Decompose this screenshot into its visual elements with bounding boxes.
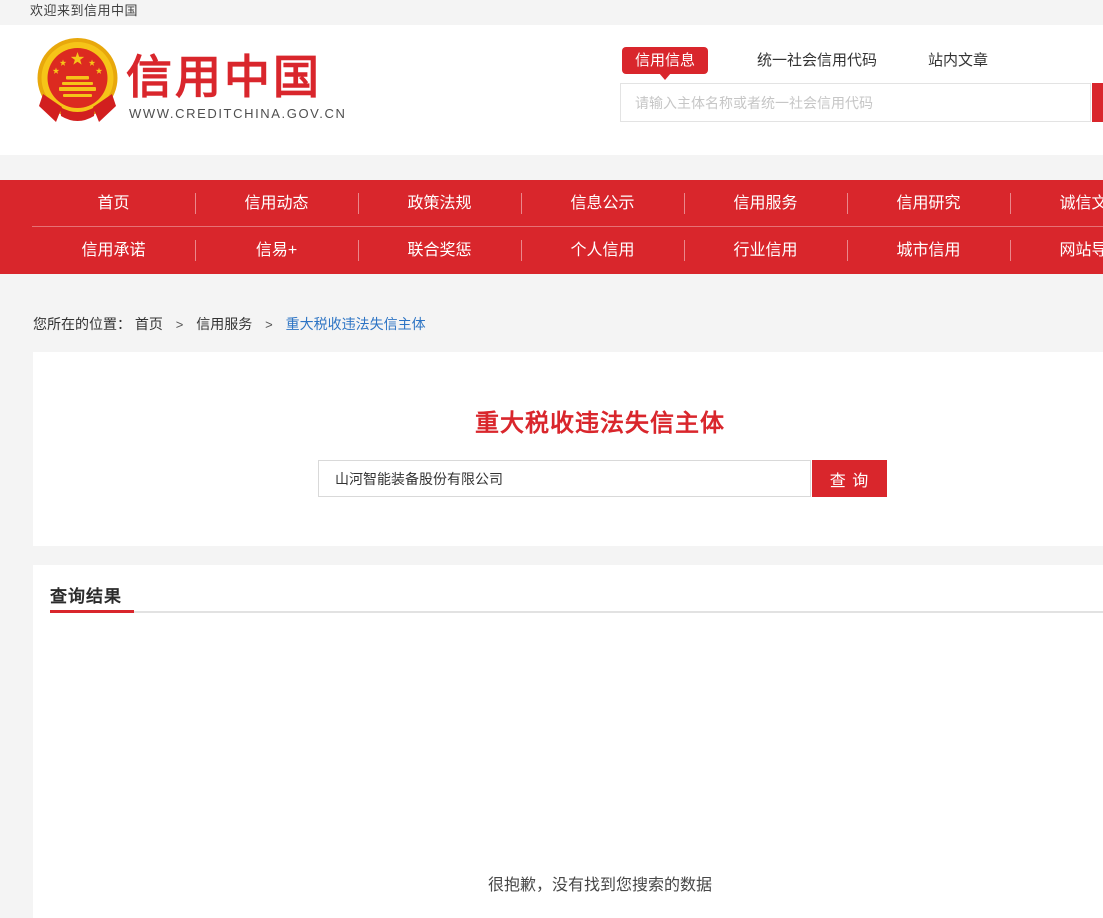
nav-row-1: 首页 信用动态 政策法规 信息公示 信用服务 信用研究 诚信文化 [0, 180, 1103, 227]
header-search-input[interactable] [620, 83, 1091, 122]
nav-city-credit[interactable]: 城市信用 [847, 227, 1010, 274]
query-panel: 重大税收违法失信主体 查 询 [33, 352, 1103, 546]
nav-row-2: 信用承诺 信易+ 联合奖惩 个人信用 行业信用 城市信用 网站导航 [0, 227, 1103, 274]
entity-query-input[interactable] [318, 460, 811, 497]
nav-credit-research[interactable]: 信用研究 [847, 180, 1010, 227]
breadcrumb-home[interactable]: 首页 [135, 316, 163, 332]
site-title[interactable]: 信用中国 [126, 41, 322, 107]
tab-credit-info-label: 信用信息 [635, 52, 695, 69]
active-tab-pointer-icon [659, 73, 671, 80]
results-divider-accent [50, 610, 134, 613]
nav-xinyi-plus[interactable]: 信易+ [195, 227, 358, 274]
main-nav: 首页 信用动态 政策法规 信息公示 信用服务 信用研究 诚信文化 信用承诺 信易… [0, 180, 1103, 274]
nav-integrity-culture[interactable]: 诚信文化 [1010, 180, 1103, 227]
query-submit-button[interactable]: 查 询 [812, 460, 887, 497]
welcome-text: 欢迎来到信用中国 [30, 3, 138, 18]
nav-policy-regulations[interactable]: 政策法规 [358, 180, 521, 227]
breadcrumb-separator-icon: > [176, 317, 184, 332]
nav-home[interactable]: 首页 [32, 180, 195, 227]
nav-credit-news[interactable]: 信用动态 [195, 180, 358, 227]
breadcrumb: 您所在的位置： 首页 > 信用服务 > 重大税收违法失信主体 [33, 314, 426, 334]
nav-joint-reward-punishment[interactable]: 联合奖惩 [358, 227, 521, 274]
tab-unified-social-credit-code[interactable]: 统一社会信用代码 [757, 47, 877, 74]
nav-credit-commitment[interactable]: 信用承诺 [32, 227, 195, 274]
national-emblem-logo[interactable] [35, 38, 120, 128]
empty-results-message: 很抱歉，没有找到您搜索的数据 [33, 871, 1103, 895]
nav-info-disclosure[interactable]: 信息公示 [521, 180, 684, 227]
nav-site-navigation[interactable]: 网站导航 [1010, 227, 1103, 274]
site-header: 信用中国 WWW.CREDITCHINA.GOV.CN 信用信息 统一社会信用代… [0, 25, 1103, 155]
welcome-bar: 欢迎来到信用中国 [0, 0, 1103, 25]
main-title: 重大税收违法失信主体 [33, 403, 1103, 438]
tab-site-articles[interactable]: 站内文章 [928, 47, 988, 74]
site-url: WWW.CREDITCHINA.GOV.CN [129, 106, 346, 121]
breadcrumb-separator-icon: > [265, 317, 273, 332]
page-root: 欢迎来到信用中国 信用中国 WWW.CRED [0, 0, 1103, 918]
results-heading: 查询结果 [50, 582, 122, 607]
breadcrumb-prefix: 您所在的位置： [33, 316, 131, 332]
results-divider [50, 611, 1103, 613]
nav-industry-credit[interactable]: 行业信用 [684, 227, 847, 274]
breadcrumb-current-page[interactable]: 重大税收违法失信主体 [286, 316, 426, 332]
nav-credit-services[interactable]: 信用服务 [684, 180, 847, 227]
header-search-button[interactable] [1092, 83, 1103, 122]
breadcrumb-credit-services[interactable]: 信用服务 [196, 316, 252, 332]
tab-credit-info[interactable]: 信用信息 [622, 47, 708, 74]
results-panel: 查询结果 很抱歉，没有找到您搜索的数据 [33, 565, 1103, 918]
nav-personal-credit[interactable]: 个人信用 [521, 227, 684, 274]
